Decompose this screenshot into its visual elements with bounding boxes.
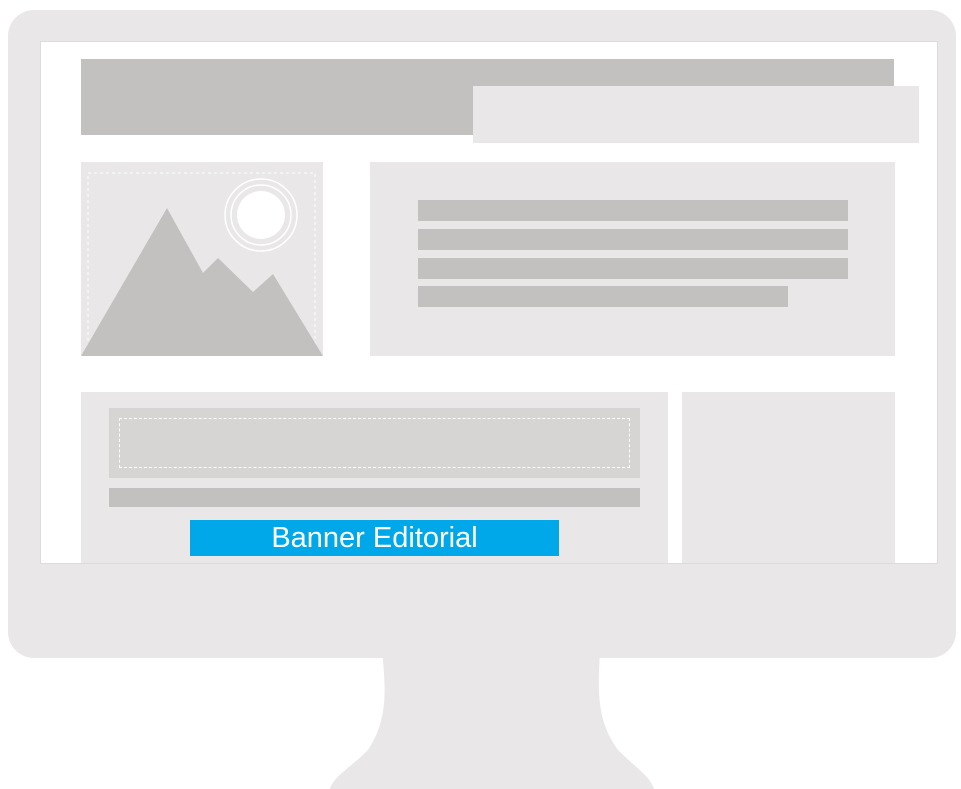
screen (40, 41, 938, 564)
text-line-placeholder (418, 200, 848, 221)
mountain-sun-icon (81, 172, 323, 356)
monitor-stand (330, 650, 654, 789)
text-line-placeholder (418, 258, 848, 279)
header-placeholder (81, 59, 919, 143)
dashed-outline (119, 418, 630, 468)
text-line-placeholder (418, 286, 788, 307)
editorial-box-placeholder (109, 408, 640, 478)
editorial-bar-placeholder (109, 488, 640, 507)
sidebar-placeholder (682, 392, 895, 563)
image-placeholder (81, 162, 323, 356)
text-block-placeholder (370, 162, 895, 356)
text-line-placeholder (418, 229, 848, 250)
banner-editorial[interactable]: Banner Editorial (190, 520, 559, 556)
header-search-placeholder (473, 86, 919, 143)
